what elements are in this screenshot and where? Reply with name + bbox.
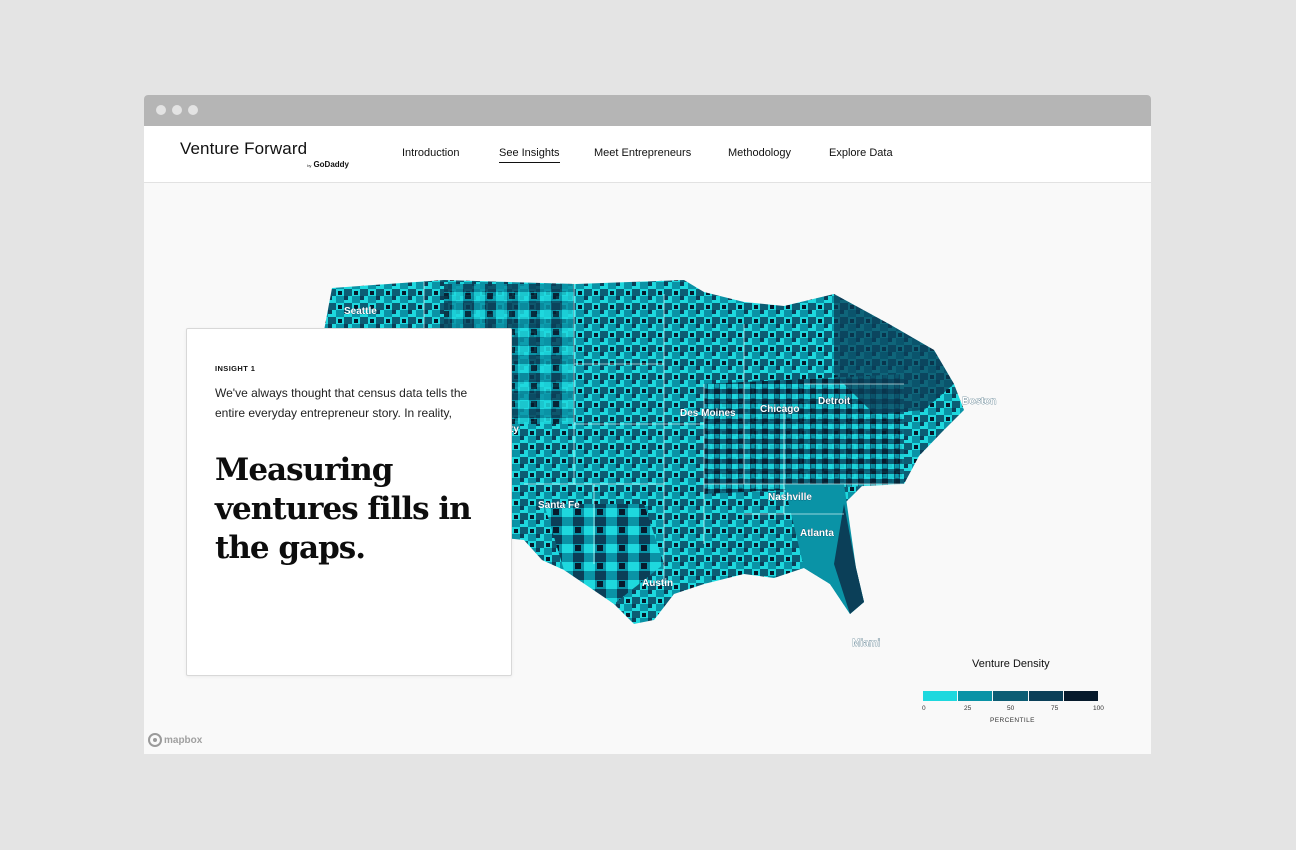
city-label-santa-fe: Santa Fe	[538, 500, 580, 511]
insight-intro: We've always thought that census data te…	[215, 386, 468, 420]
brand-name: Venture Forward	[180, 139, 308, 158]
legend-title: Venture Density	[972, 658, 1050, 670]
legend-swatch-0-25	[923, 691, 958, 701]
legend-swatch-50-75	[993, 691, 1028, 701]
city-label-des-moines: Des Moines	[680, 408, 736, 419]
legend-swatch-25-50	[958, 691, 993, 701]
insight-card: INSIGHT 1 We've always thought that cens…	[186, 328, 512, 676]
city-label-chicago: Chicago	[760, 404, 799, 415]
legend-bar	[923, 691, 1099, 701]
city-label-boston: Boston	[962, 396, 996, 407]
site-header: Venture Forward by GoDaddy Introduction S…	[144, 126, 1151, 183]
mapbox-text: mapbox	[164, 734, 203, 746]
legend-tick-100: 100	[1093, 705, 1104, 712]
browser-window: Venture Forward by GoDaddy Introduction S…	[144, 95, 1151, 754]
brand-logo[interactable]: Venture Forward by GoDaddy	[180, 139, 349, 169]
city-label-austin: Austin	[642, 578, 673, 589]
browser-chrome	[144, 95, 1151, 126]
insight-eyebrow: INSIGHT 1	[215, 364, 256, 373]
city-label-detroit: Detroit	[818, 396, 851, 407]
city-label-miami: Miami	[852, 638, 881, 649]
nav-see-insights[interactable]: See Insights	[499, 147, 560, 163]
legend-tick-50: 50	[1007, 705, 1015, 712]
legend-tick-0: 0	[922, 705, 926, 712]
legend-tick-75: 75	[1051, 705, 1059, 712]
window-close-dot[interactable]	[156, 105, 166, 115]
window-minimize-dot[interactable]	[172, 105, 182, 115]
nav-meet-entrepreneurs[interactable]: Meet Entrepreneurs	[594, 147, 691, 159]
legend-unit: PERCENTILE	[990, 717, 1035, 724]
brand-company: GoDaddy	[313, 160, 349, 169]
brand-by: by	[307, 163, 312, 168]
mapbox-logo-icon	[148, 733, 162, 747]
map-stage: Seattle Des Moines Chicago Detroit Bosto…	[144, 184, 1151, 754]
city-label-atlanta: Atlanta	[800, 528, 834, 539]
nav-methodology[interactable]: Methodology	[728, 147, 791, 159]
window-maximize-dot[interactable]	[188, 105, 198, 115]
legend-swatch-dark	[1063, 691, 1099, 701]
mapbox-attribution[interactable]: mapbox	[148, 733, 202, 747]
brand-byline: by GoDaddy	[264, 160, 349, 169]
legend-swatch-75-100	[1028, 691, 1063, 701]
city-label-nashville: Nashville	[768, 492, 812, 503]
insight-headline: Measuring ventures fills in the gaps.	[215, 452, 472, 566]
nav-introduction[interactable]: Introduction	[402, 147, 459, 159]
city-label-seattle: Seattle	[344, 306, 377, 317]
density-legend: Venture Density 0 25 50 75 100 PERCENTIL…	[910, 658, 1110, 728]
nav-explore-data[interactable]: Explore Data	[829, 147, 893, 159]
legend-tick-25: 25	[964, 705, 972, 712]
